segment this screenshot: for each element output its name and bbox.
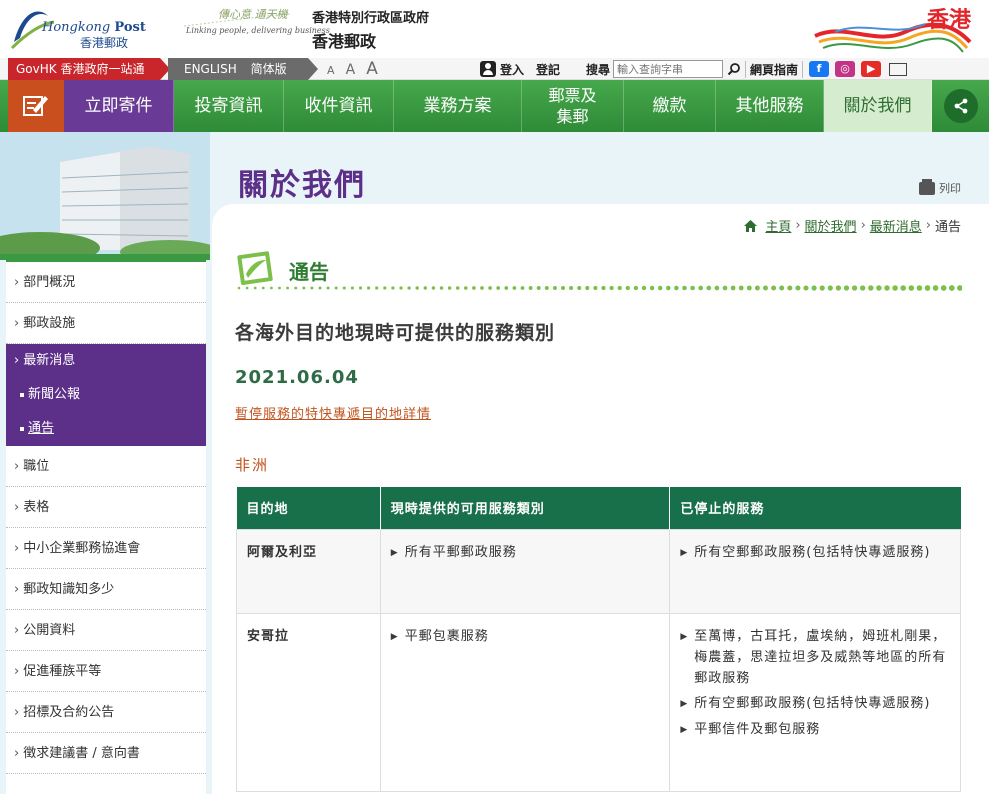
register-link[interactable]: 登記 xyxy=(536,61,560,78)
government-title: 香港特別行政區政府 香港郵政 xyxy=(312,7,429,52)
article-date: 2021.06.04 xyxy=(235,367,359,388)
login-link[interactable]: 登入 xyxy=(500,61,524,78)
facebook-icon[interactable]: f xyxy=(809,61,830,77)
sidebar-subitem-press-releases[interactable]: 新聞公報 xyxy=(6,378,206,412)
dotted-divider xyxy=(237,285,962,291)
list-item: 平郵信件及郵包服務 xyxy=(680,719,950,741)
table-row: 安哥拉 平郵包裹服務 至萬博，古耳托，盧埃納，姆班札剛果，梅農蓋，思達拉坦多及威… xyxy=(236,612,961,792)
breadcrumb-separator: › xyxy=(795,218,801,233)
list-item: 所有空郵郵政服務(包括特快專遞服務) xyxy=(680,542,950,564)
email-icon[interactable] xyxy=(889,62,908,76)
print-label: 列印 xyxy=(939,182,961,195)
breadcrumb-current: 通告 xyxy=(934,220,961,235)
sidebar-item-latest-news[interactable]: › 最新消息 xyxy=(6,344,206,378)
main-navigation: 立即寄件 投寄資訊 收件資訊 業務方案 郵票及集郵 繳款 其他服務 關於我們 xyxy=(0,80,989,132)
write-letter-icon[interactable] xyxy=(8,80,64,132)
breadcrumb-latest-news[interactable]: 最新消息 xyxy=(870,216,922,235)
sidebar-item-forms[interactable]: › 表格 xyxy=(6,487,206,528)
font-size-controls: A A A xyxy=(327,59,384,79)
available-cell: 所有平郵郵政服務 xyxy=(379,528,671,614)
font-size-large[interactable]: A xyxy=(366,59,378,79)
user-icon xyxy=(480,61,496,77)
home-icon xyxy=(744,219,758,232)
list-item: 所有空郵郵政服務(包括特快專遞服務) xyxy=(680,693,950,715)
english-link[interactable]: ENGLISH xyxy=(184,62,237,76)
slogan-chinese: 傳心意 通天機 xyxy=(218,8,288,21)
nav-other-services[interactable]: 其他服務 xyxy=(716,80,824,132)
section-heading: 通告 xyxy=(289,260,329,284)
breadcrumb-separator: › xyxy=(925,218,931,233)
nav-business-solutions[interactable]: 業務方案 xyxy=(394,80,522,132)
search-icon[interactable] xyxy=(727,62,741,76)
search-input[interactable] xyxy=(613,60,724,78)
suspended-express-link[interactable]: 暫停服務的特快專遞目的地詳情 xyxy=(235,403,431,422)
breadcrumb-separator: › xyxy=(860,218,866,233)
brand-hong-kong-text: 香港 xyxy=(926,8,971,33)
breadcrumb: 主頁 › 關於我們 › 最新消息 › 通告 xyxy=(744,216,961,235)
font-size-small[interactable]: A xyxy=(327,64,335,77)
print-icon xyxy=(919,178,935,195)
breadcrumb-home[interactable]: 主頁 xyxy=(765,216,791,235)
nav-about-us[interactable]: 關於我們 xyxy=(824,80,932,132)
nav-send-now[interactable]: 立即寄件 xyxy=(64,80,174,132)
column-header-stopped: 已停止的服務 xyxy=(669,487,961,529)
sidebar-item-racial-equality[interactable]: › 促進種族平等 xyxy=(6,651,206,692)
utility-bar: GovHK 香港政府一站通 ENGLISH 简体版 A A A 登入 登記 搜尋… xyxy=(0,58,989,80)
sidebar-item-postal-facilities[interactable]: › 郵政設施 xyxy=(6,303,206,344)
list-item: 平郵包裹服務 xyxy=(391,626,660,648)
column-header-available: 現時提供的可用服務類別 xyxy=(380,487,671,529)
nav-sending-info[interactable]: 投寄資訊 xyxy=(174,80,284,132)
search-label: 搜尋 xyxy=(586,62,611,77)
region-heading: 非洲 xyxy=(235,456,270,474)
list-item: 所有平郵郵政服務 xyxy=(391,542,660,564)
language-switcher: ENGLISH 简体版 xyxy=(168,58,318,80)
service-table: 目的地 現時提供的可用服務類別 已停止的服務 阿爾及利亞 所有平郵郵政服務 所有… xyxy=(236,487,961,792)
sidebar-subitem-notices[interactable]: 通告 xyxy=(6,412,206,446)
site-header: Hongkong Post 香港郵政 傳心意 通天機 Linking peopl… xyxy=(0,0,989,58)
logo-chinese: 香港郵政 xyxy=(80,36,129,50)
article-title: 各海外目的地現時可提供的服務類別 xyxy=(235,322,556,344)
hksar-government: 香港特別行政區政府 xyxy=(312,11,430,26)
sidebar-item-sme-postal-council[interactable]: › 中小企業郵務協進會 xyxy=(6,528,206,569)
building-banner-image xyxy=(0,132,210,260)
stopped-cell: 所有空郵郵政服務(包括特快專遞服務) xyxy=(669,528,961,614)
stamp-icon xyxy=(237,251,273,285)
instagram-icon[interactable]: ◎ xyxy=(835,61,856,77)
share-icon[interactable] xyxy=(944,89,978,123)
utility-actions: 登入 登記 搜尋 網頁指南 f ◎ ▶ xyxy=(480,58,908,80)
page-title: 關於我們 xyxy=(238,168,366,203)
logo-english: Hongkong Post xyxy=(42,20,146,35)
stopped-cell: 至萬博，古耳托，盧埃納，姆班札剛果，梅農蓋，思達拉坦多及威熱等地區的所有郵政服務… xyxy=(669,612,961,792)
font-size-medium[interactable]: A xyxy=(346,62,356,78)
available-cell: 平郵包裹服務 xyxy=(379,612,671,792)
sidebar-item-postal-knowledge[interactable]: › 郵政知識知多少 xyxy=(6,569,206,610)
nav-receiving-info[interactable]: 收件資訊 xyxy=(284,80,394,132)
table-row: 阿爾及利亞 所有平郵郵政服務 所有空郵郵政服務(包括特快專遞服務) xyxy=(236,528,961,614)
sitemap-link[interactable]: 網頁指南 xyxy=(745,60,804,78)
sidebar-item-tenders[interactable]: › 招標及合約公告 xyxy=(6,692,206,733)
youtube-icon[interactable]: ▶ xyxy=(861,61,882,77)
table-header-row: 目的地 現時提供的可用服務類別 已停止的服務 xyxy=(236,487,961,529)
nav-stamps-philately[interactable]: 郵票及集郵 xyxy=(522,80,624,132)
sidebar-menu: › 部門概況 › 郵政設施 › 最新消息 新聞公報 通告 › 職位 › 表格 › 中小企業郵… xyxy=(6,260,206,794)
list-item: 至萬博，古耳托，盧埃納，姆班札剛果，梅農蓋，思達拉坦多及威熱等地區的所有郵政服務 xyxy=(680,626,950,689)
nav-payment[interactable]: 繳款 xyxy=(624,80,716,132)
simplified-chinese-link[interactable]: 简体版 xyxy=(251,62,287,76)
sidebar-item-jobs[interactable]: › 職位 xyxy=(6,446,206,487)
sidebar-item-proposals[interactable]: › 徵求建議書 / 意向書 xyxy=(6,733,206,774)
column-header-destination: 目的地 xyxy=(236,487,381,529)
hongkong-post-title: 香港郵政 xyxy=(312,32,377,51)
govhk-link[interactable]: GovHK 香港政府一站通 xyxy=(8,58,170,80)
destination-cell: 阿爾及利亞 xyxy=(236,528,381,614)
print-button[interactable]: 列印 xyxy=(919,178,961,196)
slogan-english: Linking people, delivering business xyxy=(186,26,330,35)
destination-cell: 安哥拉 xyxy=(236,612,381,792)
sidebar-item-department-overview[interactable]: › 部門概況 xyxy=(6,262,206,303)
sidebar-item-public-information[interactable]: › 公開資料 xyxy=(6,610,206,651)
breadcrumb-about-us[interactable]: 關於我們 xyxy=(805,216,857,235)
